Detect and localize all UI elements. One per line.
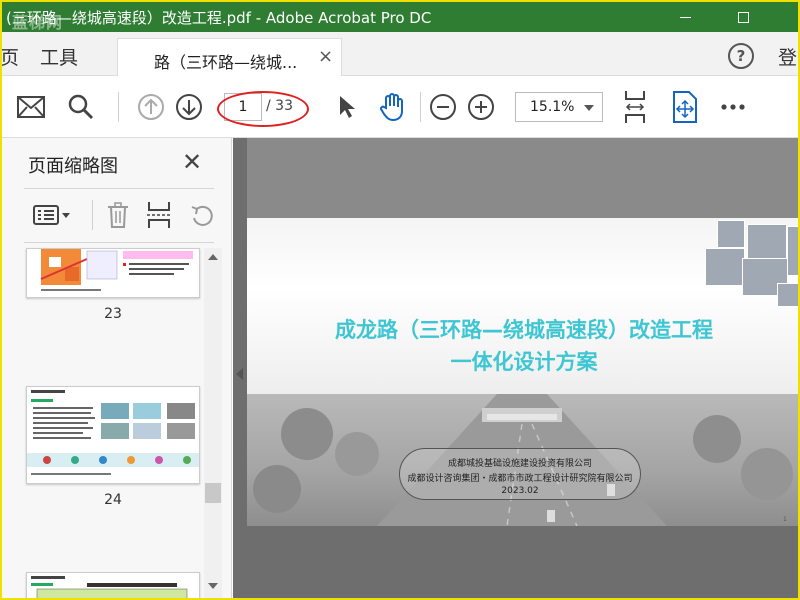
zoom-out-icon[interactable] bbox=[428, 92, 458, 122]
toolbar: 1 / 33 15.1% bbox=[2, 76, 798, 138]
document-subtitle: 一体化设计方案 bbox=[450, 350, 598, 374]
chevron-down-icon bbox=[584, 105, 594, 111]
page-marker: 1 bbox=[783, 516, 787, 523]
zoom-value: 15.1% bbox=[530, 99, 575, 115]
tab-tools[interactable]: 工具 bbox=[40, 43, 78, 70]
page-thumbnails-panel: 页面缩略图 ✕ 23 24 bbox=[2, 138, 232, 598]
window-title: (三环路—绕城高速段）改造工程.pdf - Adobe Acrobat Pro … bbox=[6, 9, 432, 27]
thumbnail-scrollbar[interactable] bbox=[204, 248, 222, 598]
pdf-page: 成龙路（三环路—绕城高速段）改造工程 一体化设计方案 成都城投基础设施建设投资有… bbox=[247, 138, 798, 526]
insert-page-icon[interactable] bbox=[144, 200, 174, 230]
document-date: 2023.02 bbox=[501, 486, 539, 496]
toolbar-divider bbox=[420, 92, 421, 122]
panel-toolbar-divider bbox=[92, 200, 93, 230]
hand-tool-icon[interactable] bbox=[378, 92, 408, 122]
next-page-icon[interactable] bbox=[174, 92, 204, 122]
collapse-panel-icon[interactable] bbox=[236, 368, 243, 380]
tab-home-partial[interactable]: 页 bbox=[2, 43, 19, 70]
tab-document[interactable]: 路（三环路—绕城... × bbox=[117, 38, 342, 77]
decor-square bbox=[787, 226, 798, 276]
maximize-icon bbox=[737, 11, 749, 23]
page-thumbnail[interactable] bbox=[26, 386, 200, 484]
title-bar: (三环路—绕城高速段）改造工程.pdf - Adobe Acrobat Pro … bbox=[2, 2, 798, 32]
search-icon[interactable] bbox=[66, 92, 96, 122]
panel-divider bbox=[24, 188, 214, 189]
organization-line: 成都城投基础设施建设投资有限公司 bbox=[447, 459, 592, 469]
scrollbar-thumb[interactable] bbox=[205, 483, 221, 503]
decor-square bbox=[777, 283, 798, 307]
scroll-down-icon[interactable] bbox=[208, 583, 218, 589]
panel-title: 页面缩略图 bbox=[28, 156, 118, 177]
page-number-label: 24 bbox=[104, 492, 122, 508]
previous-page-icon[interactable] bbox=[136, 92, 166, 122]
zoom-select[interactable]: 15.1% bbox=[515, 92, 603, 122]
close-tab-icon[interactable]: × bbox=[318, 46, 333, 67]
maximize-button[interactable] bbox=[720, 2, 766, 32]
app-window: (三环路—绕城高速段）改造工程.pdf - Adobe Acrobat Pro … bbox=[2, 2, 798, 598]
rotate-page-icon[interactable] bbox=[188, 200, 216, 230]
page-number-label: 23 bbox=[104, 306, 122, 322]
toolbar-divider bbox=[118, 92, 119, 122]
thumbnail-options-icon[interactable] bbox=[32, 200, 72, 230]
page-thumbnail[interactable] bbox=[26, 248, 200, 298]
highlight-annotation bbox=[217, 91, 309, 127]
fit-page-icon[interactable] bbox=[620, 91, 650, 123]
tab-row: 页 工具 路（三环路—绕城... × ? 登 bbox=[2, 32, 798, 77]
page-thumbnail[interactable] bbox=[26, 572, 200, 598]
help-icon[interactable]: ? bbox=[728, 43, 754, 69]
organization-line: 成都设计咨询集团・成都市市政工程设计研究院有限公司 bbox=[407, 474, 633, 484]
watermark-logo: 蓝梯网 bbox=[12, 13, 64, 32]
document-title: 成龙路（三环路—绕城高速段）改造工程 bbox=[335, 318, 713, 342]
panel-divider bbox=[24, 242, 214, 243]
email-icon[interactable] bbox=[16, 92, 46, 122]
minimize-icon bbox=[679, 16, 691, 18]
close-panel-icon[interactable]: ✕ bbox=[182, 148, 202, 176]
zoom-in-icon[interactable] bbox=[466, 92, 496, 122]
full-screen-icon[interactable] bbox=[670, 91, 700, 123]
decor-square bbox=[705, 248, 745, 286]
delete-page-icon[interactable] bbox=[104, 200, 132, 230]
minimize-button[interactable] bbox=[662, 2, 708, 32]
organization-box: 成都城投基础设施建设投资有限公司 成都设计咨询集团・成都市市政工程设计研究院有限… bbox=[399, 448, 641, 500]
select-cursor-icon[interactable] bbox=[332, 92, 362, 122]
sign-in-button[interactable]: 登 bbox=[778, 43, 797, 70]
decor-square bbox=[717, 220, 745, 248]
more-options-icon[interactable] bbox=[718, 92, 748, 122]
tab-document-label: 路（三环路—绕城... bbox=[154, 53, 298, 72]
scroll-up-icon[interactable] bbox=[208, 254, 218, 260]
